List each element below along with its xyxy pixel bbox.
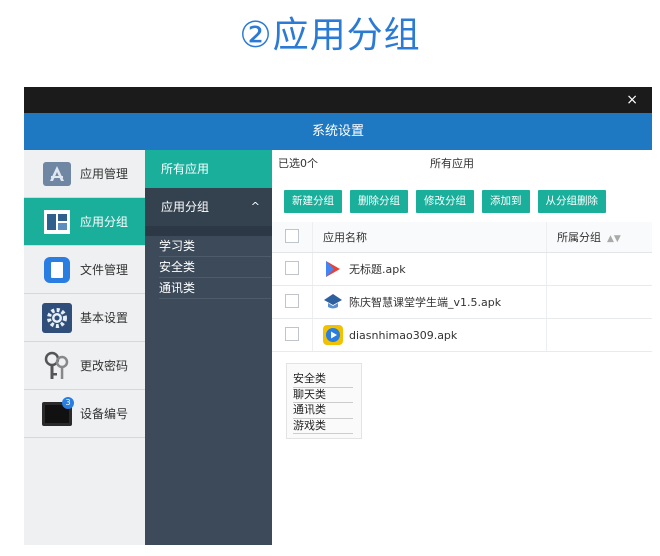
app-group: [546, 285, 652, 319]
chevron-up-icon: ^: [250, 200, 260, 213]
main-nav: 应用管理 应用分组 文件管理 基本设置 更改密码 3 设备编号: [24, 150, 146, 545]
app-table: 应用名称 所属分组 ▲▼ 无标题.apk 陈庆智慧课堂学生端_v1.5.apk d…: [272, 222, 652, 352]
add-to-group-dropdown: 安全类 聊天类 通讯类 游戏类: [286, 363, 362, 439]
table-row[interactable]: diasnhimao309.apk: [272, 318, 652, 352]
group-item[interactable]: 通讯类: [159, 278, 271, 299]
status-bar: 已选0个 所有应用: [272, 150, 652, 178]
group-item[interactable]: 安全类: [159, 257, 271, 278]
content-area: 已选0个 所有应用 新建分组 删除分组 修改分组 添加到 从分组删除 应用名称 …: [272, 150, 652, 545]
nav-item-device-number[interactable]: 3 设备编号: [24, 390, 145, 438]
dropdown-option[interactable]: 安全类: [293, 372, 353, 388]
column-header-group[interactable]: 所属分组 ▲▼: [546, 222, 652, 253]
nav-item-app-group[interactable]: 应用分组: [24, 198, 145, 246]
window-titlebar: ×: [24, 87, 652, 113]
row-checkbox[interactable]: [285, 326, 299, 341]
nav-label: 应用分组: [80, 215, 129, 229]
selected-count: 已选0个: [278, 157, 318, 170]
nav-label: 文件管理: [80, 263, 129, 277]
nav-item-change-password[interactable]: 更改密码: [24, 342, 145, 390]
page-heading: ②应用分组: [239, 15, 421, 56]
video-app-icon: [323, 325, 343, 345]
toolbar: 新建分组 删除分组 修改分组 添加到 从分组删除: [284, 190, 606, 213]
app-group: [546, 252, 652, 286]
app-name: 无标题.apk: [349, 263, 406, 276]
add-to-button[interactable]: 添加到: [482, 190, 530, 213]
key-icon: [42, 351, 72, 381]
group-section-header[interactable]: 应用分组 ^: [145, 188, 272, 226]
group-section-label: 应用分组: [161, 200, 210, 214]
divider: [145, 226, 272, 236]
table-row[interactable]: 无标题.apk: [272, 252, 652, 286]
dropdown-option[interactable]: 通讯类: [293, 403, 353, 419]
gear-icon: [42, 302, 72, 333]
new-group-button[interactable]: 新建分组: [284, 190, 342, 213]
row-checkbox[interactable]: [285, 260, 299, 275]
nav-label: 更改密码: [80, 359, 129, 373]
group-panel: 所有应用 应用分组 ^ 学习类 安全类 通讯类: [145, 150, 272, 545]
nav-item-basic-settings[interactable]: 基本设置: [24, 294, 145, 342]
current-group-label: 所有应用: [430, 157, 474, 170]
sort-icon[interactable]: ▲▼: [607, 234, 621, 244]
group-list: 学习类 安全类 通讯类: [145, 236, 272, 299]
group-all-apps[interactable]: 所有应用: [145, 150, 272, 188]
app-group-icon: [42, 207, 72, 237]
delete-group-button[interactable]: 删除分组: [350, 190, 408, 213]
window-title: 系统设置: [24, 113, 652, 150]
close-icon[interactable]: ×: [626, 90, 638, 110]
app-name: 陈庆智慧课堂学生端_v1.5.apk: [349, 296, 502, 309]
nav-item-file-management[interactable]: 文件管理: [24, 246, 145, 294]
app-name: diasnhimao309.apk: [349, 328, 458, 342]
nav-label: 设备编号: [80, 407, 129, 421]
select-all-checkbox[interactable]: [285, 228, 299, 243]
group-item[interactable]: 学习类: [159, 236, 271, 257]
edit-group-button[interactable]: 修改分组: [416, 190, 474, 213]
nav-label: 应用管理: [80, 167, 129, 181]
device-icon: 3: [42, 396, 74, 429]
play-app-icon: [323, 259, 343, 279]
dropdown-option[interactable]: 聊天类: [293, 388, 353, 403]
nav-label: 基本设置: [80, 311, 129, 325]
column-header-app-name[interactable]: 应用名称: [312, 222, 547, 253]
app-store-icon: [42, 159, 72, 189]
row-checkbox[interactable]: [285, 293, 299, 308]
column-header-group-label: 所属分组: [557, 231, 601, 244]
table-row[interactable]: 陈庆智慧课堂学生端_v1.5.apk: [272, 285, 652, 319]
classroom-app-icon: [323, 292, 343, 312]
dropdown-option[interactable]: 游戏类: [293, 419, 353, 434]
app-group: [546, 318, 652, 352]
device-badge: 3: [62, 396, 74, 409]
nav-item-app-management[interactable]: 应用管理: [24, 150, 145, 198]
remove-from-group-button[interactable]: 从分组删除: [537, 190, 606, 213]
table-header: 应用名称 所属分组 ▲▼: [272, 222, 652, 253]
file-icon: [42, 255, 72, 285]
